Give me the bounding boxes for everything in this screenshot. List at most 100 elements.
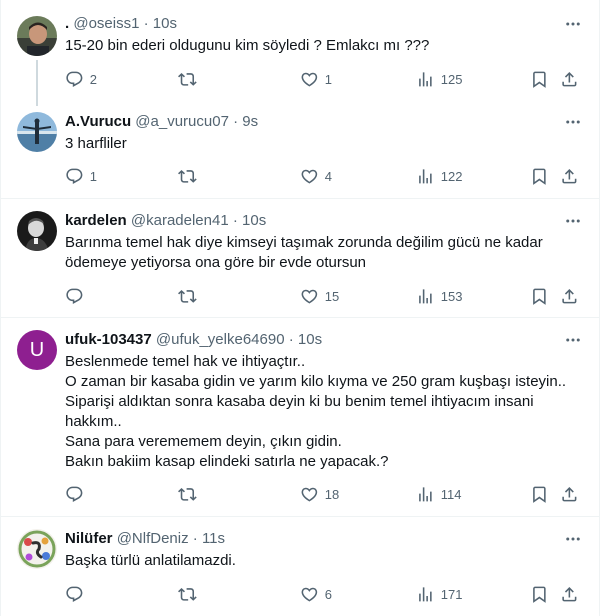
like-button[interactable]: 1 bbox=[300, 69, 332, 89]
more-icon bbox=[566, 219, 580, 223]
tweet[interactable]: Nilüfer @NlfDeniz · 11s Başka türlü anla… bbox=[1, 517, 599, 616]
bookmark-button[interactable] bbox=[530, 484, 549, 504]
author-name[interactable]: ufuk-103437 bbox=[65, 331, 152, 348]
like-button[interactable]: 18 bbox=[300, 484, 339, 504]
share-button[interactable] bbox=[560, 166, 579, 186]
bookmark-icon bbox=[533, 168, 546, 185]
share-icon bbox=[562, 586, 577, 602]
reply-button[interactable]: 2 bbox=[65, 69, 97, 89]
retweet-icon bbox=[178, 169, 197, 183]
separator-dot: · bbox=[192, 530, 198, 547]
views-button[interactable]: 171 bbox=[416, 584, 462, 604]
reply-button[interactable]: 1 bbox=[65, 166, 97, 186]
avatar[interactable] bbox=[17, 529, 57, 569]
tweet[interactable]: kardelen @karadelen41 · 10s Barınma teme… bbox=[1, 199, 599, 317]
bookmark-icon bbox=[533, 288, 546, 305]
views-button[interactable]: 125 bbox=[416, 69, 462, 89]
tweet-header: ufuk-103437 @ufuk_yelke64690 · 10s bbox=[65, 330, 559, 350]
view-count: 171 bbox=[440, 586, 463, 602]
retweet-icon bbox=[178, 487, 197, 501]
share-button[interactable] bbox=[560, 584, 579, 604]
like-icon bbox=[301, 487, 318, 502]
avatar[interactable] bbox=[17, 112, 57, 152]
bookmark-button[interactable] bbox=[530, 584, 549, 604]
retweet-icon bbox=[178, 587, 197, 601]
views-button[interactable]: 122 bbox=[416, 166, 462, 186]
action-bar: 6 171 bbox=[65, 584, 583, 604]
timestamp[interactable]: 9s bbox=[242, 113, 258, 130]
tweet[interactable]: U ufuk-103437 @ufuk_yelke64690 · 10s Bes… bbox=[1, 318, 599, 516]
tweet-text: 3 harfliler bbox=[65, 135, 127, 152]
view-count: 114 bbox=[440, 486, 462, 502]
timestamp[interactable]: 11s bbox=[202, 530, 225, 547]
author-name[interactable]: A.Vurucu bbox=[65, 113, 131, 130]
tweet-header: kardelen @karadelen41 · 10s bbox=[65, 211, 559, 231]
author-name[interactable]: . bbox=[65, 15, 69, 32]
retweet-button[interactable] bbox=[178, 484, 203, 504]
like-count: 4 bbox=[324, 168, 332, 184]
share-icon bbox=[562, 288, 577, 304]
views-icon bbox=[419, 168, 432, 184]
more-button[interactable] bbox=[563, 14, 583, 34]
retweet-button[interactable] bbox=[178, 286, 203, 306]
views-icon bbox=[419, 288, 432, 304]
tweet[interactable]: . @oseiss1 · 10s 15-20 bin ederi oldugun… bbox=[1, 0, 599, 106]
author-handle[interactable]: @oseiss1 bbox=[73, 15, 139, 32]
action-bar: 18 114 bbox=[65, 484, 583, 504]
tweet-text: Beslenmede temel hak ve ihtiyaçtır.. O z… bbox=[65, 353, 567, 470]
author-handle[interactable]: @ufuk_yelke64690 bbox=[156, 331, 285, 348]
share-button[interactable] bbox=[560, 286, 579, 306]
more-icon bbox=[566, 22, 580, 26]
views-icon bbox=[419, 586, 432, 602]
tweet-header: . @oseiss1 · 10s bbox=[65, 14, 559, 34]
retweet-icon bbox=[178, 72, 197, 86]
more-button[interactable] bbox=[563, 112, 583, 132]
tweet[interactable]: A.Vurucu @a_vurucu07 · 9s 3 harfliler 1 … bbox=[1, 100, 599, 198]
more-button[interactable] bbox=[563, 529, 583, 549]
reply-icon bbox=[66, 71, 83, 87]
like-count: 6 bbox=[324, 586, 332, 602]
timestamp[interactable]: 10s bbox=[242, 212, 266, 229]
more-button[interactable] bbox=[563, 211, 583, 231]
views-button[interactable]: 153 bbox=[416, 286, 462, 306]
bookmark-button[interactable] bbox=[530, 69, 549, 89]
more-icon bbox=[566, 338, 580, 342]
avatar[interactable] bbox=[17, 16, 57, 56]
like-button[interactable]: 6 bbox=[300, 584, 332, 604]
like-count: 1 bbox=[324, 71, 332, 87]
retweet-icon bbox=[178, 289, 197, 303]
bookmark-button[interactable] bbox=[530, 286, 549, 306]
separator-dot: · bbox=[143, 15, 149, 32]
like-icon bbox=[301, 587, 318, 602]
view-count: 125 bbox=[440, 71, 463, 87]
author-handle[interactable]: @NlfDeniz bbox=[117, 530, 189, 547]
views-button[interactable]: 114 bbox=[416, 484, 461, 504]
more-button[interactable] bbox=[563, 330, 583, 350]
avatar[interactable] bbox=[17, 211, 57, 251]
timestamp[interactable]: 10s bbox=[153, 15, 177, 32]
reply-count: 2 bbox=[89, 71, 97, 87]
action-bar: 2 1 125 bbox=[65, 69, 583, 89]
reply-icon bbox=[66, 168, 83, 184]
bookmark-button[interactable] bbox=[530, 166, 549, 186]
reply-icon bbox=[66, 586, 83, 602]
author-handle[interactable]: @a_vurucu07 bbox=[135, 113, 229, 130]
avatar[interactable]: U bbox=[17, 330, 57, 370]
author-handle[interactable]: @karadelen41 bbox=[131, 212, 229, 229]
reply-button[interactable] bbox=[65, 286, 90, 306]
retweet-button[interactable] bbox=[178, 166, 203, 186]
more-icon bbox=[566, 537, 580, 541]
share-button[interactable] bbox=[560, 69, 579, 89]
reply-count: 1 bbox=[89, 168, 97, 184]
retweet-button[interactable] bbox=[178, 69, 203, 89]
reply-button[interactable] bbox=[65, 484, 90, 504]
separator-dot: · bbox=[232, 212, 238, 229]
share-button[interactable] bbox=[560, 484, 579, 504]
like-button[interactable]: 15 bbox=[300, 286, 339, 306]
retweet-button[interactable] bbox=[178, 584, 203, 604]
like-button[interactable]: 4 bbox=[300, 166, 332, 186]
reply-button[interactable] bbox=[65, 584, 90, 604]
author-name[interactable]: kardelen bbox=[65, 212, 127, 229]
timestamp[interactable]: 10s bbox=[298, 331, 322, 348]
author-name[interactable]: Nilüfer bbox=[65, 530, 113, 547]
